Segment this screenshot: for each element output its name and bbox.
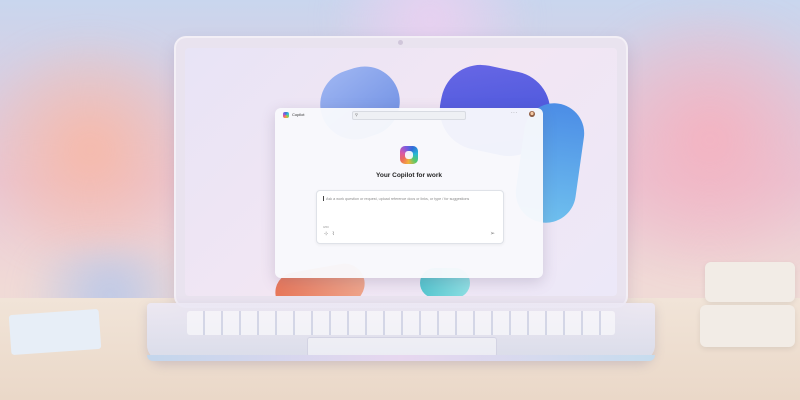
plus-icon[interactable]: ⊹ [324, 232, 328, 237]
stone-block [700, 305, 795, 347]
keyboard [187, 311, 615, 335]
laptop-base [147, 303, 655, 361]
copilot-logo-icon [283, 112, 289, 118]
laptop-lid: Copilot ⚲ ··· Your Copilot for work Ask … [176, 38, 626, 306]
paperclip-icon[interactable]: ⌇ [332, 232, 334, 237]
laptop-screen: Copilot ⚲ ··· Your Copilot for work Ask … [185, 48, 617, 296]
title-bar: Copilot ⚲ ··· [275, 108, 543, 122]
prompt-placeholder: Ask a work question or request, upload r… [326, 196, 470, 201]
search-input[interactable]: ⚲ [352, 111, 466, 120]
hero-title: Your Copilot for work [376, 172, 442, 179]
app-title: Copilot [292, 112, 305, 117]
copilot-hero-logo-icon [400, 146, 418, 164]
send-icon[interactable]: ➢ [490, 231, 495, 237]
paper-sheet [8, 308, 102, 356]
webcam [398, 40, 403, 45]
text-cursor [323, 196, 324, 201]
laptop-base-edge [147, 355, 655, 361]
marketing-scene: Copilot ⚲ ··· Your Copilot for work Ask … [0, 0, 800, 400]
character-count: 0/60 [323, 225, 329, 229]
more-icon[interactable]: ··· [511, 110, 518, 116]
avatar[interactable] [529, 111, 535, 117]
prompt-input[interactable]: Ask a work question or request, upload r… [316, 190, 504, 244]
trackpad [307, 337, 497, 357]
search-icon: ⚲ [355, 112, 358, 117]
stone-block [705, 262, 795, 302]
copilot-window: Copilot ⚲ ··· Your Copilot for work Ask … [275, 108, 543, 278]
